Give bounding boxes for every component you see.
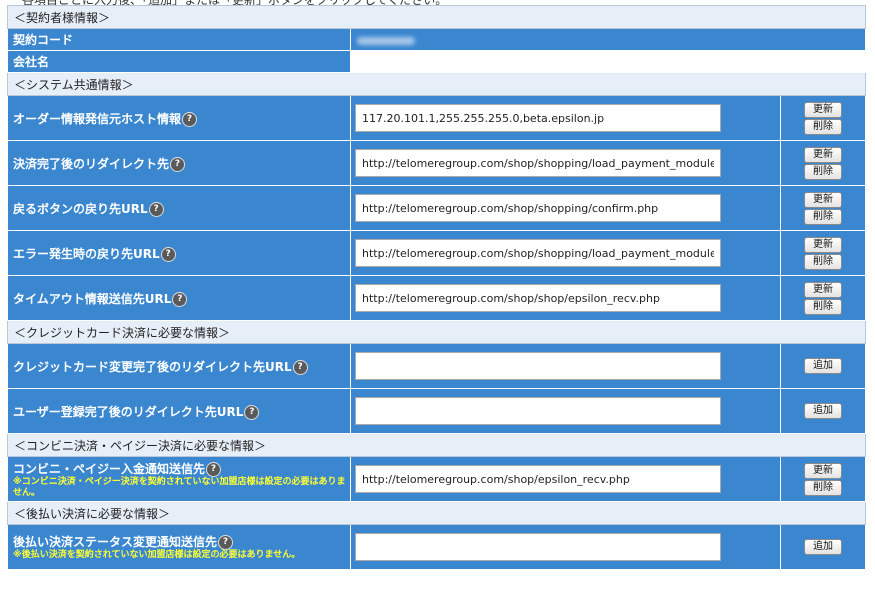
row-deferred-notify: 後払い決済ステータス変更通知送信先? ※後払い決済を契約されていない加盟店様は設定… [7, 524, 867, 570]
field-buttons: 追加 [779, 524, 867, 570]
redirect-after-payment-input[interactable] [355, 149, 721, 177]
field-buttons: 更新 削除 [779, 230, 867, 276]
deferred-notify-input[interactable] [355, 533, 721, 561]
help-icon[interactable]: ? [218, 535, 234, 550]
update-button[interactable]: 更新 [804, 236, 843, 253]
field-value [350, 230, 781, 276]
field-label: 決済完了後のリダイレクト先? [7, 140, 351, 186]
section-title: ＜コンビニ決済・ペイジー決済に必要な情報＞ [6, 433, 867, 457]
help-icon[interactable]: ? [170, 156, 186, 172]
row-company-name: 会社名 [7, 50, 867, 73]
field-value [350, 140, 781, 186]
delete-button[interactable]: 削除 [804, 208, 843, 225]
update-button[interactable]: 更新 [804, 101, 843, 118]
field-value [350, 95, 781, 141]
field-note: ※後払い決済を契約されていない加盟店様は設定の必要はありません。 [13, 550, 301, 560]
delete-button[interactable]: 削除 [804, 479, 843, 496]
field-buttons: 更新 削除 [779, 95, 867, 141]
help-icon[interactable]: ? [182, 111, 198, 127]
field-value [350, 275, 781, 321]
field-buttons: 追加 [779, 388, 867, 434]
contract-code-value [349, 28, 867, 51]
update-button[interactable]: 更新 [804, 281, 843, 298]
field-buttons: 更新 削除 [779, 140, 867, 186]
delete-button[interactable]: 削除 [804, 163, 843, 180]
field-label: ユーザー登録完了後のリダイレクト先URL? [7, 388, 351, 434]
section-system: ＜システム共通情報＞ [6, 72, 867, 96]
card-change-redirect-input[interactable] [355, 352, 721, 380]
section-contract: ＜契約者様情報＞ [6, 5, 867, 29]
delete-button[interactable]: 削除 [804, 253, 843, 270]
order-host-input[interactable] [355, 104, 721, 132]
row-back-button-url: 戻るボタンの戻り先URL? 更新 削除 [7, 185, 867, 231]
row-contract-code: 契約コード [7, 28, 867, 51]
row-error-return-url: エラー発生時の戻り先URL? 更新 削除 [7, 230, 867, 276]
section-title: ＜クレジットカード決済に必要な情報＞ [6, 320, 867, 344]
section-conveni: ＜コンビニ決済・ペイジー決済に必要な情報＞ [6, 433, 867, 457]
conveni-notify-input[interactable] [355, 465, 721, 493]
section-title: ＜契約者様情報＞ [6, 5, 867, 29]
field-buttons: 更新 削除 [779, 275, 867, 321]
field-label: 戻るボタンの戻り先URL? [7, 185, 351, 231]
update-button[interactable]: 更新 [804, 462, 843, 479]
help-icon[interactable]: ? [292, 359, 308, 375]
section-title: ＜システム共通情報＞ [6, 72, 867, 96]
field-label: クレジットカード変更完了後のリダイレクト先URL? [7, 343, 351, 389]
section-deferred: ＜後払い決済に必要な情報＞ [6, 501, 867, 525]
add-button[interactable]: 追加 [804, 358, 843, 374]
row-user-reg-redirect: ユーザー登録完了後のリダイレクト先URL? 追加 [7, 388, 867, 434]
row-timeout-url: タイムアウト情報送信先URL? 更新 削除 [7, 275, 867, 321]
field-value [350, 388, 781, 434]
field-buttons: 更新 削除 [779, 185, 867, 231]
contract-code-redacted [357, 37, 415, 45]
row-redirect-after-payment: 決済完了後のリダイレクト先? 更新 削除 [7, 140, 867, 186]
field-buttons: 更新 削除 [779, 456, 867, 502]
field-value [350, 185, 781, 231]
timeout-url-input[interactable] [355, 284, 721, 312]
row-conveni-notify: コンビニ・ペイジー入金通知送信先? ※コンビニ決済・ペイジー決済を契約されていない… [7, 456, 867, 502]
delete-button[interactable]: 削除 [804, 298, 843, 315]
field-buttons: 追加 [779, 343, 867, 389]
field-label: コンビニ・ペイジー入金通知送信先? ※コンビニ決済・ペイジー決済を契約されていない… [7, 456, 351, 502]
help-icon[interactable]: ? [172, 291, 188, 307]
update-button[interactable]: 更新 [804, 191, 843, 208]
help-icon[interactable]: ? [244, 404, 260, 420]
company-name-label: 会社名 [7, 50, 351, 73]
help-icon[interactable]: ? [148, 201, 164, 217]
section-credit: ＜クレジットカード決済に必要な情報＞ [6, 320, 867, 344]
field-note: ※コンビニ決済・ペイジー決済を契約されていない加盟店様は設定の必要はありません。 [13, 476, 346, 498]
help-icon[interactable]: ? [160, 246, 176, 262]
help-icon[interactable]: ? [206, 461, 222, 477]
field-value [350, 456, 781, 502]
field-label: オーダー情報発信元ホスト情報? [7, 95, 351, 141]
delete-button[interactable]: 削除 [804, 118, 843, 135]
update-button[interactable]: 更新 [804, 146, 843, 163]
row-order-host: オーダー情報発信元ホスト情報? 更新 削除 [7, 95, 867, 141]
add-button[interactable]: 追加 [804, 403, 843, 419]
section-title: ＜後払い決済に必要な情報＞ [6, 501, 867, 525]
user-reg-redirect-input[interactable] [355, 397, 721, 425]
company-name-value [349, 50, 867, 73]
contract-code-label: 契約コード [7, 28, 351, 51]
settings-table: ＜契約者様情報＞ 契約コード 会社名 ＜システム共通情報＞ オーダー情報発信元ホ… [6, 5, 867, 570]
field-label: エラー発生時の戻り先URL? [7, 230, 351, 276]
field-label: 後払い決済ステータス変更通知送信先? ※後払い決済を契約されていない加盟店様は設定… [7, 524, 351, 570]
error-return-url-input[interactable] [355, 239, 721, 267]
field-value [350, 524, 781, 570]
field-value [350, 343, 781, 389]
row-card-change-redirect: クレジットカード変更完了後のリダイレクト先URL? 追加 [7, 343, 867, 389]
add-button[interactable]: 追加 [804, 539, 843, 555]
back-button-url-input[interactable] [355, 194, 721, 222]
field-label: タイムアウト情報送信先URL? [7, 275, 351, 321]
